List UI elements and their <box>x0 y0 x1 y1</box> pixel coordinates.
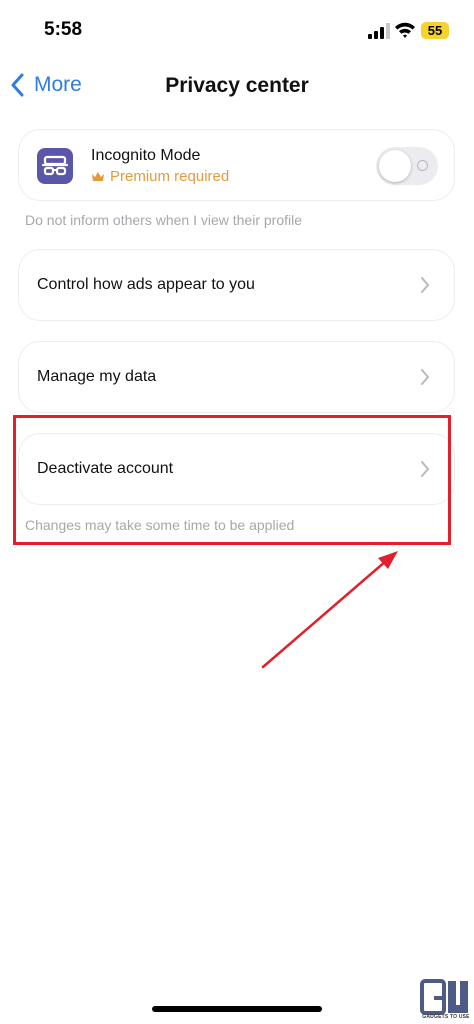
row-label: Control how ads appear to you <box>37 276 255 293</box>
home-indicator <box>152 1006 322 1012</box>
page-title: Privacy center <box>165 74 309 97</box>
chevron-right-icon <box>421 461 429 477</box>
incognito-note: Do not inform others when I view their p… <box>25 212 303 228</box>
crown-icon <box>92 172 104 181</box>
incognito-card: Incognito Mode Premium required <box>18 129 455 201</box>
incognito-icon <box>37 148 73 184</box>
toggle-knob <box>379 150 411 182</box>
toggle-off-indicator-icon <box>417 160 428 171</box>
nav-bar: More Privacy center <box>0 60 474 110</box>
status-time: 5:58 <box>44 19 83 40</box>
signal-icon <box>368 23 390 39</box>
incognito-toggle[interactable] <box>376 147 438 185</box>
battery-level: 55 <box>427 23 443 38</box>
row-deactivate-account[interactable]: Deactivate account <box>18 433 455 505</box>
chevron-right-icon <box>421 277 429 293</box>
wifi-icon <box>395 22 415 38</box>
premium-label: Premium required <box>110 168 230 185</box>
status-bar: 5:58 55 <box>0 0 474 60</box>
changes-note: Changes may take some time to be applied <box>25 517 295 533</box>
row-label: Manage my data <box>37 368 157 385</box>
row-label: Deactivate account <box>37 460 174 477</box>
row-manage-data[interactable]: Manage my data <box>18 341 455 413</box>
incognito-title: Incognito Mode <box>91 147 201 164</box>
battery-icon: 55 <box>421 22 449 39</box>
premium-badge: Premium required <box>91 168 229 185</box>
chevron-right-icon <box>421 369 429 385</box>
row-ads-settings[interactable]: Control how ads appear to you <box>18 249 455 321</box>
watermark-text: GADGETS TO USE <box>422 1014 470 1020</box>
